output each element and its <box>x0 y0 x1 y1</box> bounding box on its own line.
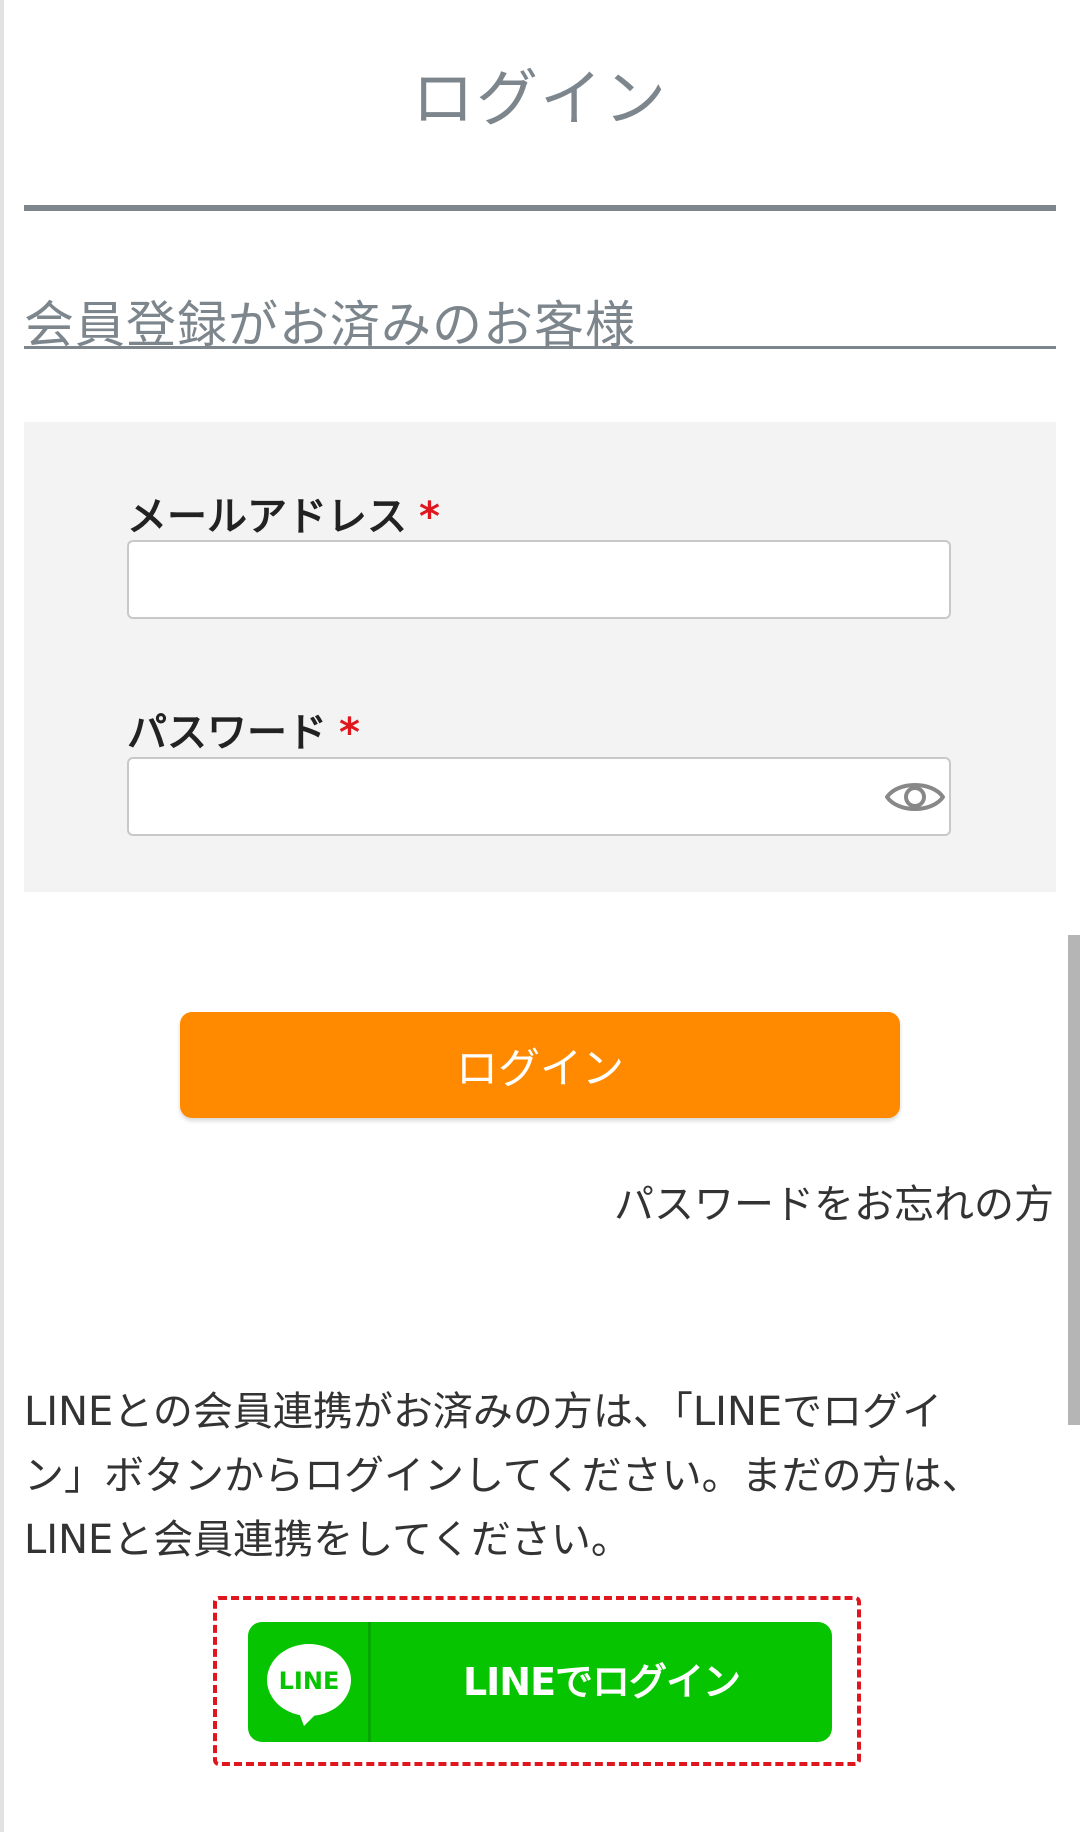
required-mark: * <box>419 494 440 540</box>
password-input[interactable] <box>127 757 951 836</box>
line-notice-line: LINEとの会員連携がお済みの方は、「LINEでログイ <box>24 1389 943 1435</box>
email-label: メールアドレス * <box>127 484 440 542</box>
password-label-text: パスワード <box>127 710 327 756</box>
password-label: パスワード * <box>127 700 360 758</box>
email-input[interactable] <box>127 540 951 619</box>
page-title: ログイン <box>411 62 668 135</box>
forgot-password-link[interactable]: パスワードをお忘れの方 <box>614 1172 1054 1230</box>
line-notice-line: ン」ボタンからログインしてください。まだの方は、 <box>24 1453 982 1499</box>
line-logo-icon: LINE <box>267 1644 351 1726</box>
line-login-button-label: LINEでログイン <box>462 1660 741 1704</box>
line-login-button[interactable]: LINE LINEでログイン <box>248 1622 832 1742</box>
email-label-text: メールアドレス <box>127 494 407 540</box>
login-button[interactable]: ログイン <box>180 1012 900 1118</box>
required-mark: * <box>339 710 360 756</box>
section-divider <box>24 346 1056 349</box>
line-login-notice: LINEとの会員連携がお済みの方は、「LINEでログイ ン」ボタンからログインし… <box>24 1380 1024 1572</box>
eye-icon[interactable] <box>884 776 946 818</box>
title-divider <box>24 205 1056 211</box>
scrollbar-thumb[interactable] <box>1068 935 1080 1425</box>
line-logo-text: LINE <box>279 1667 340 1695</box>
page-left-edge <box>0 0 4 1832</box>
line-notice-line: LINEと会員連携をしてください。 <box>24 1517 631 1563</box>
